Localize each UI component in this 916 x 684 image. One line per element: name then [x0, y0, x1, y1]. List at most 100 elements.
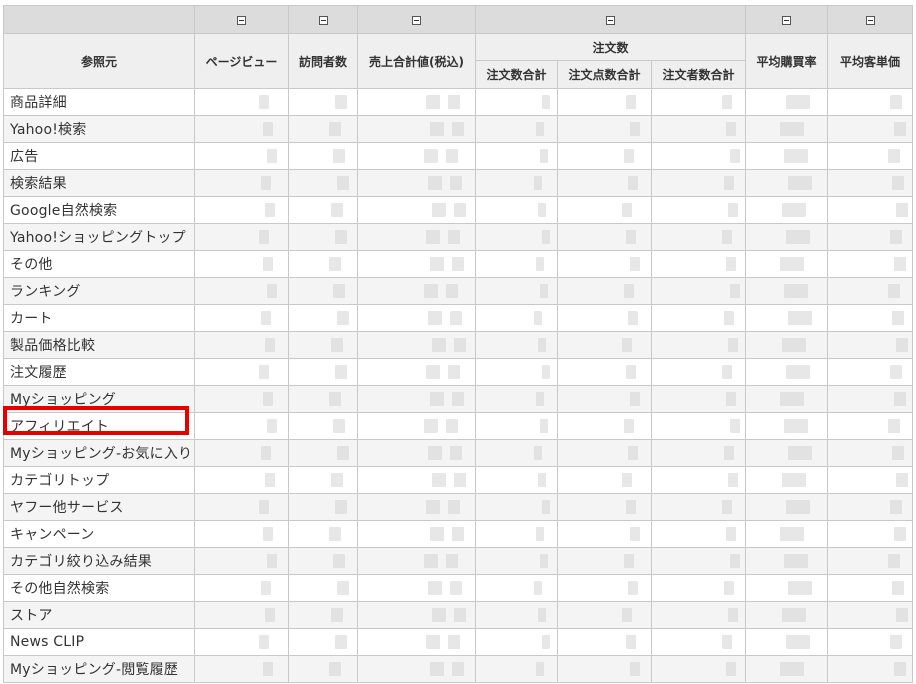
row-label[interactable]: News CLIP — [3, 628, 195, 656]
redacted-order-items-total-cell — [557, 358, 652, 386]
redaction-block — [726, 662, 736, 676]
redaction-block — [534, 176, 542, 190]
header-avg-customer-price[interactable]: 平均客単価 — [827, 33, 914, 89]
collapse-visitors-icon[interactable] — [318, 16, 328, 25]
redaction-block — [722, 95, 732, 109]
collapse-orders-icon[interactable] — [606, 16, 615, 25]
redacted-order-items-total-cell — [557, 250, 652, 278]
redaction-block — [426, 500, 440, 514]
redacted-visitors-cell — [288, 331, 358, 359]
referrer-report-table: 参照元 ページビュー 訪問者数 売上合計値(税込) 注文数 平均購買率 平均客単… — [3, 5, 914, 683]
redacted-avg-purchase-rate-cell — [745, 277, 829, 305]
collapse-pageviews-icon[interactable] — [237, 16, 246, 25]
row-label[interactable]: Yahoo!ショッピングトップ — [3, 223, 195, 251]
header-visitors[interactable]: 訪問者数 — [288, 33, 358, 89]
redaction-block — [263, 257, 273, 271]
redaction-block — [337, 311, 349, 325]
table-row: Google自然検索 — [3, 196, 914, 224]
row-label[interactable]: ランキング — [3, 277, 195, 305]
header-pageviews[interactable]: ページビュー — [194, 33, 289, 89]
collapse-sales-icon[interactable] — [412, 16, 421, 25]
row-label[interactable]: その他 — [3, 250, 195, 278]
table-row: 検索結果 — [3, 169, 914, 197]
row-label[interactable]: Myショッピング-お気に入り — [3, 439, 195, 467]
row-label[interactable]: 商品詳細 — [3, 88, 195, 116]
redaction-block — [448, 635, 460, 649]
redacted-avg-purchase-rate-cell — [745, 142, 829, 170]
redaction-block — [452, 392, 464, 406]
redaction-block — [454, 203, 466, 217]
redaction-block — [624, 149, 634, 163]
row-label[interactable]: キャンペーン — [3, 520, 195, 548]
redacted-orderers-total-cell — [650, 655, 747, 683]
redacted-pageviews-cell — [194, 574, 289, 602]
redaction-block — [265, 338, 275, 352]
redacted-order-items-total-cell — [557, 547, 652, 575]
header-orderers-total[interactable]: 注文者数合計 — [650, 60, 747, 89]
redaction-block — [730, 284, 740, 298]
redaction-block — [265, 473, 275, 487]
redaction-block — [430, 257, 444, 271]
redacted-sales-total-cell — [357, 250, 476, 278]
row-label[interactable]: 広告 — [3, 142, 195, 170]
redacted-avg-customer-price-cell — [827, 493, 914, 521]
redacted-orders-total-cell — [475, 304, 558, 332]
redaction-block — [780, 527, 805, 541]
row-label[interactable]: Google自然検索 — [3, 196, 195, 224]
row-label[interactable]: カテゴリ絞り込み結果 — [3, 547, 195, 575]
row-label[interactable]: 製品価格比較 — [3, 331, 195, 359]
collapse-customer-price-icon[interactable] — [865, 16, 875, 25]
redacted-order-items-total-cell — [557, 655, 652, 683]
redaction-block — [333, 554, 345, 568]
redacted-avg-purchase-rate-cell — [745, 196, 829, 224]
table-row: 広告 — [3, 142, 914, 170]
row-label[interactable]: ヤフー他サービス — [3, 493, 195, 521]
row-label[interactable]: ストア — [3, 601, 195, 629]
redacted-orderers-total-cell — [650, 169, 747, 197]
redacted-orders-total-cell — [475, 466, 558, 494]
redaction-block — [424, 554, 438, 568]
redacted-sales-total-cell — [357, 520, 476, 548]
header-avg-purchase-rate[interactable]: 平均購買率 — [745, 33, 829, 89]
redacted-orders-total-cell — [475, 655, 558, 683]
redaction-block — [726, 392, 736, 406]
row-label[interactable]: Yahoo!検索 — [3, 115, 195, 143]
redacted-orderers-total-cell — [650, 277, 747, 305]
table-row: カテゴリ絞り込み結果 — [3, 547, 914, 575]
redaction-block — [542, 365, 550, 379]
redaction-block — [894, 257, 907, 271]
column-toggle-row — [3, 5, 914, 34]
table-row: 注文履歴 — [3, 358, 914, 386]
redacted-orderers-total-cell — [650, 574, 747, 602]
row-label[interactable]: 検索結果 — [3, 169, 195, 197]
row-label[interactable]: その他自然検索 — [3, 574, 195, 602]
collapse-purchase-rate-icon[interactable] — [782, 16, 792, 25]
redaction-block — [784, 149, 809, 163]
redaction-block — [432, 338, 446, 352]
header-orders-total[interactable]: 注文数合計 — [475, 60, 558, 89]
redacted-orders-total-cell — [475, 574, 558, 602]
row-label[interactable]: アフィリエイト — [3, 412, 195, 440]
redaction-block — [784, 554, 809, 568]
redacted-orderers-total-cell — [650, 142, 747, 170]
redaction-block — [536, 257, 544, 271]
redaction-block — [890, 500, 903, 514]
row-label[interactable]: Myショッピング — [3, 385, 195, 413]
redacted-avg-purchase-rate-cell — [745, 385, 829, 413]
redaction-block — [788, 446, 813, 460]
redaction-block — [730, 149, 740, 163]
redaction-block — [890, 365, 903, 379]
header-order-items-total[interactable]: 注文点数合計 — [557, 60, 652, 89]
redaction-block — [430, 662, 444, 676]
redaction-block — [329, 257, 341, 271]
redaction-block — [626, 365, 636, 379]
header-sales-total[interactable]: 売上合計値(税込) — [357, 33, 476, 89]
row-label[interactable]: カート — [3, 304, 195, 332]
redaction-block — [724, 311, 734, 325]
row-label[interactable]: カテゴリトップ — [3, 466, 195, 494]
row-label[interactable]: 注文履歴 — [3, 358, 195, 386]
redaction-block — [450, 176, 462, 190]
redacted-pageviews-cell — [194, 304, 289, 332]
row-label[interactable]: Myショッピング-閲覧履歴 — [3, 655, 195, 683]
header-referrer[interactable]: 参照元 — [3, 33, 195, 89]
